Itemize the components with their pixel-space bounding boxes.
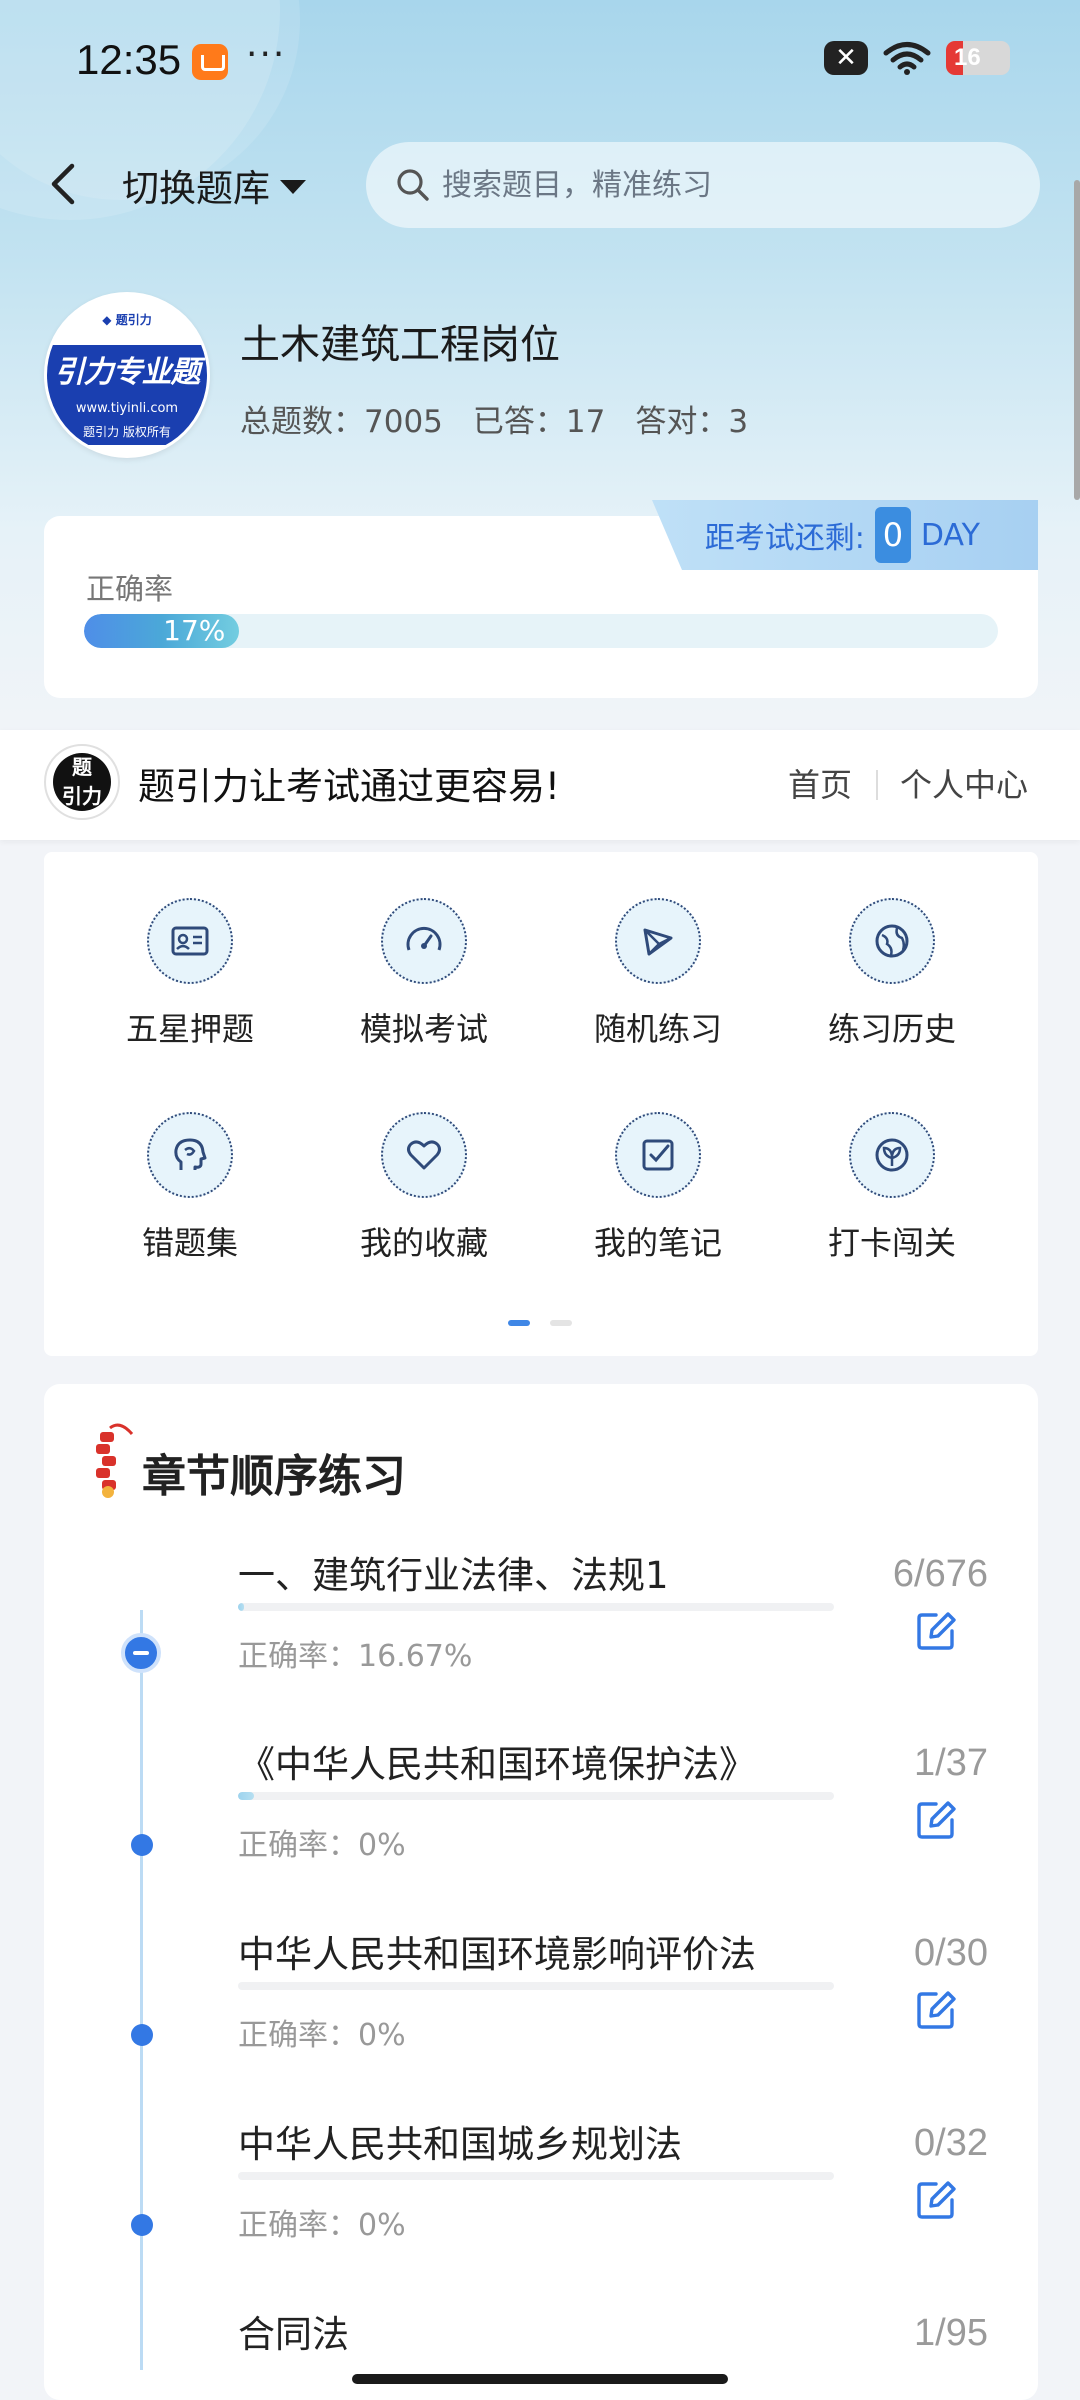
search-icon [397, 169, 429, 201]
chapter-count: 0/32 [914, 2122, 988, 2164]
chapter-row[interactable]: 中华人民共和国城乡规划法 正确率：0% 0/32 [0, 2114, 1080, 2304]
countdown-label: 距考试还剩: [704, 521, 865, 556]
heart-icon [381, 1112, 467, 1198]
question-bank-logo: ◆ 题引力 引力专业题 www.tiyinli.com 题引力 版权所有 [44, 292, 210, 458]
home-indicator[interactable] [352, 2374, 728, 2384]
feature-label: 我的收藏 [359, 1224, 488, 1262]
chapter-count: 6/676 [892, 1553, 988, 1595]
battery-icon: 16 [946, 41, 1010, 75]
feature-random-practice[interactable]: 随机练习 [568, 898, 748, 1050]
feature-label: 错题集 [141, 1224, 238, 1262]
chapter-section-title: 章节顺序练习 [142, 1451, 406, 1502]
chapter-name: 中华人民共和国城乡规划法 [238, 2123, 682, 2166]
brand-slogan: 题引力让考试通过更容易! [138, 765, 560, 808]
shuffle-icon [615, 898, 701, 984]
id-card-icon [147, 898, 233, 984]
timeline-dot [131, 1834, 153, 1856]
page-dot-active [508, 1320, 530, 1326]
chapter-count: 1/37 [914, 1742, 988, 1784]
feature-notes[interactable]: 我的笔记 [568, 1112, 748, 1264]
chapter-count: 0/30 [914, 1932, 988, 1974]
status-bar: 12:35 ··· ✕ 16 [0, 0, 1080, 120]
feature-grid: 五星押题 模拟考试 随机练习 练习历史 错题集 我的收藏 我的笔记 打卡闯关 [44, 852, 1038, 1356]
chapter-progress-bar [238, 1792, 834, 1800]
accuracy-progress-bar: 17% [84, 614, 998, 648]
more-notifications-icon: ··· [246, 34, 287, 75]
chapter-name: 《中华人民共和国环境保护法》 [238, 1743, 756, 1786]
bank-stats: 总题数：7005 已答：17 答对：3 [240, 396, 748, 441]
chapter-row[interactable]: 中华人民共和国环境影响评价法 正确率：0% 0/30 [0, 1924, 1080, 2114]
chapter-progress-fill [238, 1792, 255, 1800]
scrollbar[interactable] [1074, 180, 1080, 500]
firecracker-icon [96, 1423, 134, 1498]
page-dot [550, 1320, 572, 1326]
search-input[interactable] [442, 167, 982, 203]
chapter-progress-bar [238, 2172, 834, 2180]
switch-bank-dropdown[interactable]: 切换题库 [122, 158, 306, 212]
exam-countdown-badge: 距考试还剩: 0 DAY [652, 500, 1038, 570]
edit-icon[interactable] [914, 2178, 958, 2222]
chapter-accuracy: 正确率：0% [238, 2208, 406, 2243]
feature-label: 我的笔记 [593, 1224, 722, 1262]
chapter-row[interactable]: 合同法 1/95 [0, 2304, 1080, 2384]
countdown-unit: DAY [920, 517, 980, 553]
feature-label: 随机练习 [593, 1010, 722, 1048]
countdown-value: 0 [874, 507, 911, 563]
nav-divider [876, 770, 878, 800]
switch-bank-label: 切换题库 [122, 167, 270, 210]
feature-favorites[interactable]: 我的收藏 [334, 1112, 514, 1264]
feature-wrong-questions[interactable]: 错题集 [100, 1112, 280, 1264]
nav-profile-link[interactable]: 个人中心 [900, 760, 1028, 806]
leaf-icon [849, 1112, 935, 1198]
chapter-row[interactable]: 一、建筑行业法律、法规1 正确率：16.67% 6/676 [0, 1545, 1080, 1735]
edit-icon[interactable] [914, 1609, 958, 1653]
bank-title: 土木建筑工程岗位 [240, 322, 560, 368]
head-icon [147, 1112, 233, 1198]
feature-five-star[interactable]: 五星押题 [100, 898, 280, 1050]
total-questions: 总题数：7005 [240, 404, 443, 440]
feature-label: 打卡闯关 [827, 1224, 956, 1262]
edit-icon[interactable] [914, 1798, 958, 1842]
answered-count: 已答：17 [472, 404, 606, 440]
feature-label: 练习历史 [827, 1010, 956, 1048]
no-sim-icon: ✕ [824, 41, 868, 75]
chapter-name: 合同法 [238, 2313, 349, 2356]
globe-icon [849, 898, 935, 984]
chapter-progress-bar [238, 1603, 834, 1611]
feature-practice-history[interactable]: 练习历史 [802, 898, 982, 1050]
edit-icon[interactable] [914, 1988, 958, 2032]
feature-check-in[interactable]: 打卡闯关 [802, 1112, 982, 1264]
collapse-icon[interactable] [121, 1633, 161, 1673]
chapter-accuracy: 正确率：16.67% [238, 1639, 473, 1674]
timeline-dot [131, 2024, 153, 2046]
search-bar[interactable] [366, 142, 1040, 228]
battery-level: 16 [954, 44, 981, 71]
chapter-count: 1/95 [914, 2312, 988, 2354]
chapter-progress-fill [238, 1603, 244, 1611]
feature-label: 五星押题 [125, 1010, 254, 1048]
chapter-name: 中华人民共和国环境影响评价法 [238, 1933, 756, 1976]
shopping-app-icon [192, 44, 228, 80]
chapter-row[interactable]: 《中华人民共和国环境保护法》 正确率：0% 1/37 [0, 1734, 1080, 1924]
correct-count: 答对：3 [635, 404, 749, 440]
chapter-accuracy: 正确率：0% [238, 2018, 406, 2053]
chapter-progress-bar [238, 1982, 834, 1990]
feature-mock-exam[interactable]: 模拟考试 [334, 898, 514, 1050]
chapter-accuracy: 正确率：0% [238, 1828, 406, 1863]
chapter-name: 一、建筑行业法律、法规1 [238, 1554, 669, 1597]
wifi-icon [883, 42, 931, 75]
back-arrow-icon[interactable] [44, 160, 84, 208]
page-indicator [508, 1320, 572, 1326]
accuracy-label: 正确率 [86, 572, 174, 606]
caret-down-icon [280, 180, 306, 194]
speedometer-icon [381, 898, 467, 984]
nav-home-link[interactable]: 首页 [788, 760, 852, 806]
status-time: 12:35 [76, 36, 182, 83]
accuracy-progress-fill: 17% [84, 614, 240, 648]
timeline-dot [131, 2214, 153, 2236]
feature-label: 模拟考试 [359, 1010, 488, 1048]
brand-logo: 题引力 [44, 744, 120, 820]
note-check-icon [615, 1112, 701, 1198]
